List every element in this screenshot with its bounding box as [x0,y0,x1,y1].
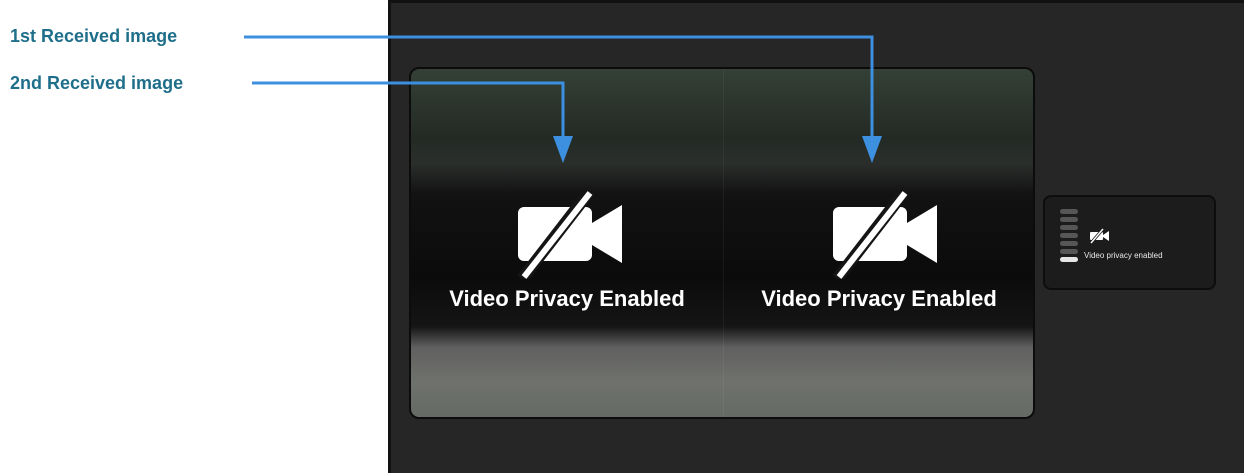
callout-arrows [244,35,882,163]
arrowhead-1st [862,136,882,163]
arrow-2nd-received-image [252,81,565,140]
arrow-1st-received-image [244,35,874,140]
arrowhead-2nd [553,136,573,163]
